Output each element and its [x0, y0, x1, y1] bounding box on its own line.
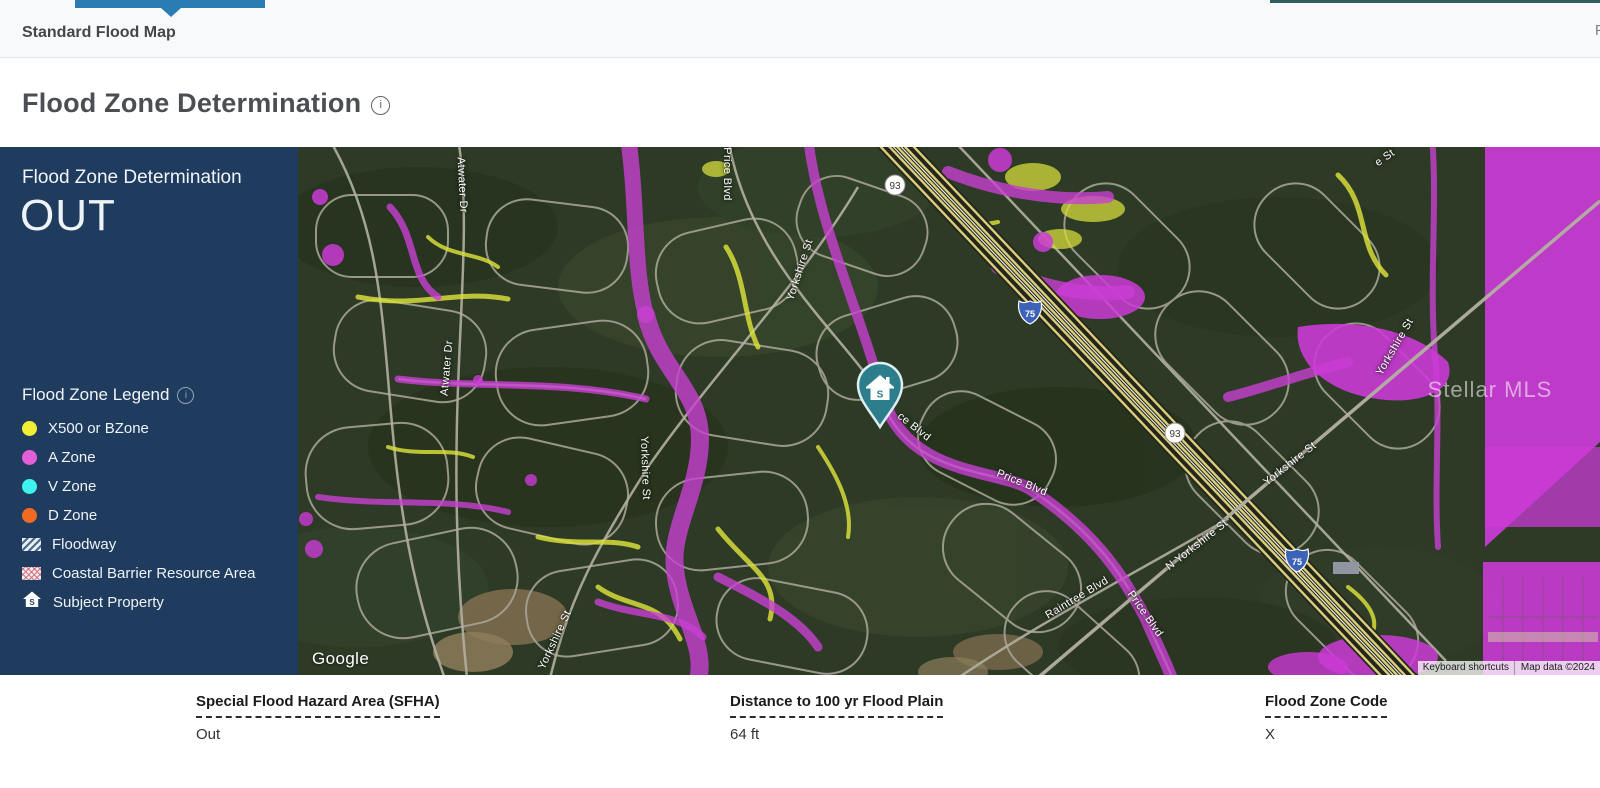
google-logo: Google	[312, 649, 369, 669]
flood-map-page: Standard Flood Map F Flood Zone Determin…	[0, 0, 1600, 788]
summary-footer: Special Flood Hazard Area (SFHA) Out Dis…	[0, 675, 1600, 788]
stellar-mls-watermark: Stellar MLS	[1428, 377, 1553, 403]
tab-bar: Standard Flood Map F	[0, 0, 1600, 58]
route-shield-93-north: 93	[885, 175, 905, 195]
info-icon[interactable]: i	[371, 96, 390, 115]
svg-text:93: 93	[889, 181, 901, 192]
field-distance-value: 64 ft	[730, 726, 943, 743]
street-label: Price Blvd	[721, 147, 733, 201]
route-shield-93-south: 93	[1165, 423, 1185, 443]
legend-item-a-zone: A Zone	[22, 448, 255, 467]
tab-standard-flood-map[interactable]: Standard Flood Map	[22, 24, 176, 42]
determination-panel: Flood Zone Determination OUT Flood Zone …	[0, 147, 298, 675]
active-tab-indicator	[75, 0, 265, 8]
field-sfha-label[interactable]: Special Flood Hazard Area (SFHA)	[196, 693, 440, 718]
legend-item-v-zone: V Zone	[22, 477, 255, 496]
top-border-line	[1270, 0, 1600, 3]
field-distance-label[interactable]: Distance to 100 yr Flood Plain	[730, 693, 943, 718]
floodway-swatch	[22, 538, 41, 551]
coastal-barrier-swatch	[22, 567, 41, 580]
svg-text:S: S	[877, 390, 884, 401]
street-label: Yorkshire St	[638, 436, 652, 500]
legend-title: Flood Zone Legendi	[22, 385, 194, 405]
interstate-shield-75-north: 75	[1018, 301, 1041, 324]
svg-text:S: S	[29, 598, 35, 607]
svg-text:75: 75	[1292, 557, 1302, 567]
flood-map[interactable]: 93 75 93 75 S Atwater Dr	[298, 147, 1600, 675]
legend-item-subject-property: S Subject Property	[22, 593, 255, 612]
title-row: Flood Zone Determinationi	[0, 58, 1600, 147]
subject-property-house-icon: S	[22, 591, 42, 614]
flood-zone-legend: X500 or BZone A Zone V Zone D Zone Flood…	[22, 419, 255, 612]
field-zone-code: Flood Zone Code X	[1265, 693, 1387, 743]
legend-item-coastal-barrier: Coastal Barrier Resource Area	[22, 564, 255, 583]
v-zone-swatch	[22, 479, 37, 494]
legend-info-icon[interactable]: i	[177, 387, 194, 404]
legend-item-x500: X500 or BZone	[22, 419, 255, 438]
svg-text:93: 93	[1169, 429, 1181, 440]
keyboard-shortcuts-link[interactable]: Keyboard shortcuts	[1418, 661, 1514, 675]
map-attribution: Keyboard shortcutsMap data ©2024	[1418, 661, 1600, 675]
a-zone-swatch	[22, 450, 37, 465]
determination-value: OUT	[20, 191, 116, 241]
satellite-map-canvas: 93 75 93 75 S	[298, 147, 1600, 675]
page-title: Flood Zone Determinationi	[22, 88, 390, 119]
legend-item-floodway: Floodway	[22, 535, 255, 554]
field-zone-code-value: X	[1265, 726, 1387, 743]
field-sfha-value: Out	[196, 726, 440, 743]
legend-item-d-zone: D Zone	[22, 506, 255, 525]
determination-label: Flood Zone Determination	[22, 167, 242, 189]
field-distance: Distance to 100 yr Flood Plain 64 ft	[730, 693, 943, 743]
field-zone-code-label[interactable]: Flood Zone Code	[1265, 693, 1387, 718]
map-data-copyright: Map data ©2024	[1516, 661, 1600, 675]
field-sfha: Special Flood Hazard Area (SFHA) Out	[196, 693, 440, 743]
x500-zone-swatch	[22, 421, 37, 436]
d-zone-swatch	[22, 508, 37, 523]
clipped-right-text: F	[1595, 22, 1600, 39]
svg-text:75: 75	[1025, 309, 1035, 319]
